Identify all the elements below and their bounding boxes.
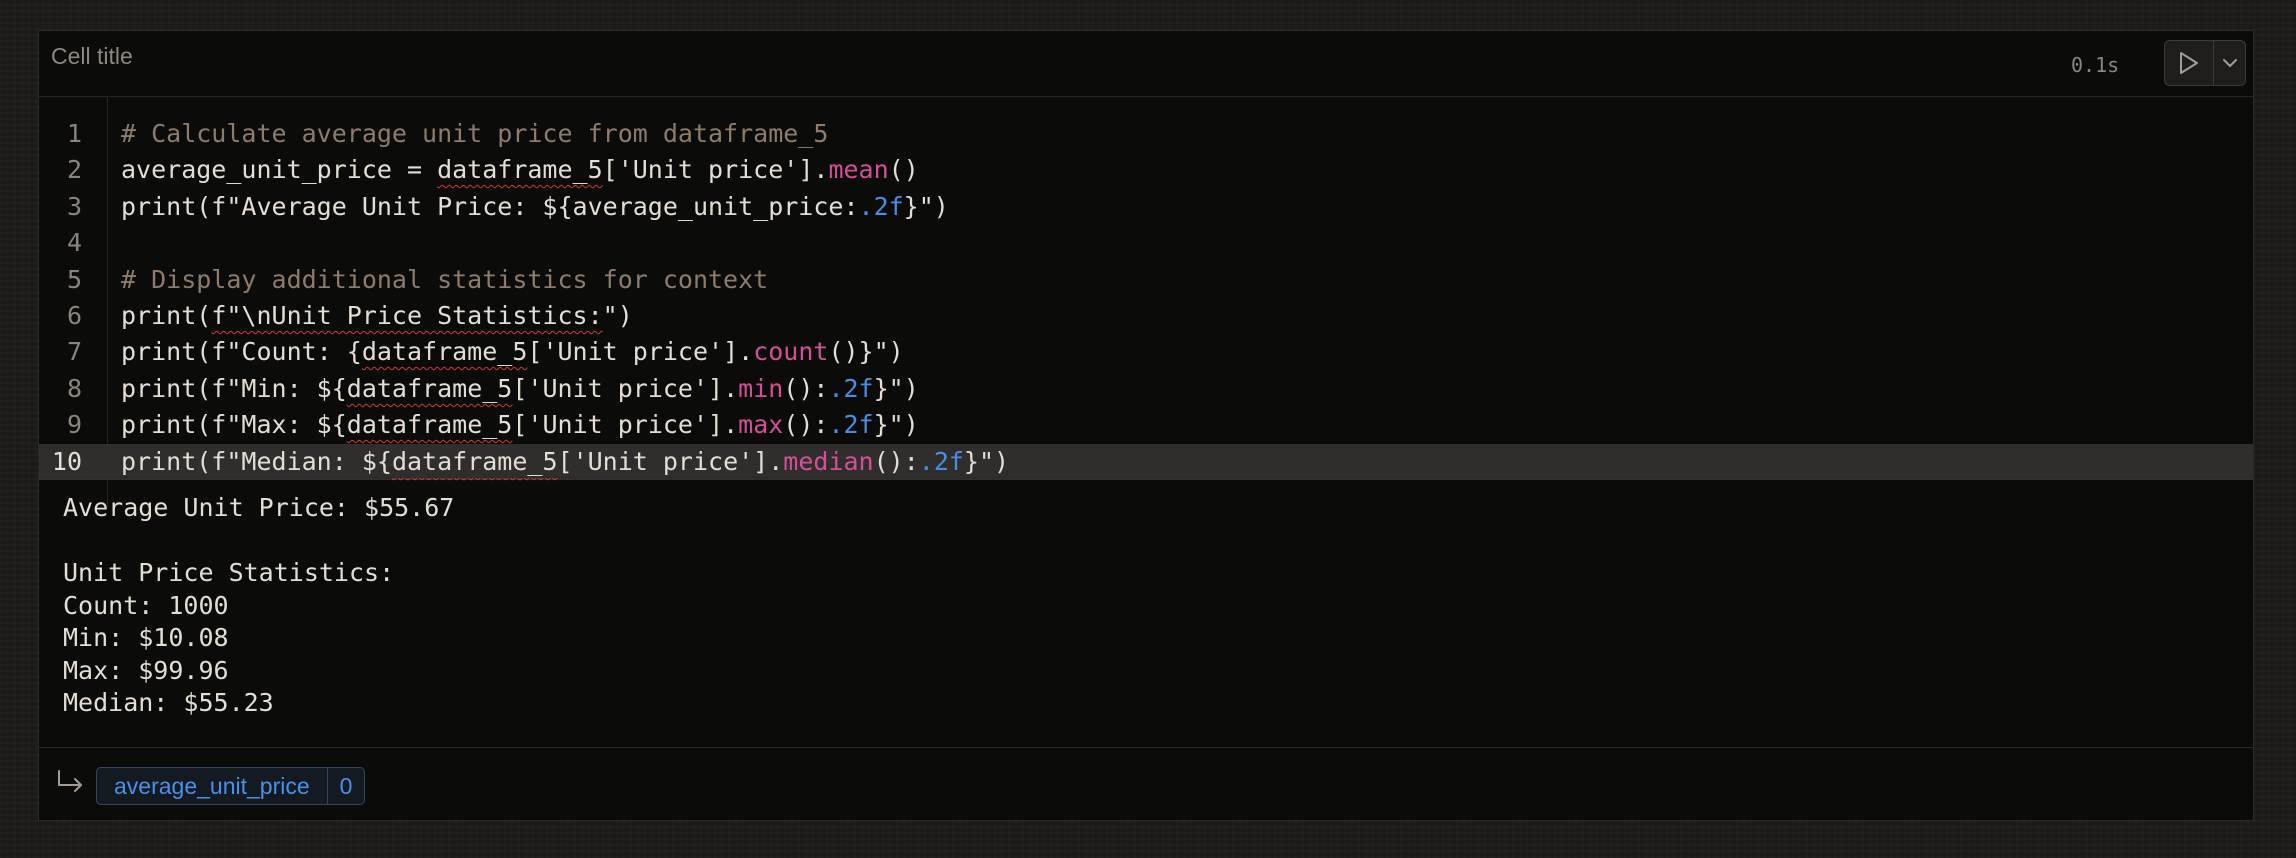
code-token: ['Unit price'].	[512, 410, 739, 439]
code-token: count	[753, 337, 829, 366]
code-token: # Calculate average unit price from data…	[121, 119, 829, 148]
cell-header: Cell title 0.1s	[39, 31, 2253, 97]
code-token: ['Unit price'].	[527, 337, 754, 366]
code-token: ():	[783, 374, 829, 403]
output-line: Unit Price Statistics:	[63, 558, 395, 587]
code-text: average_unit_price = dataframe_5['Unit p…	[121, 152, 919, 188]
code-token: median	[783, 447, 874, 476]
code-line[interactable]: 1 # Calculate average unit price from dat…	[39, 116, 2253, 152]
code-text: print(f"Max: ${dataframe_5['Unit price']…	[121, 407, 919, 443]
run-button-group	[2164, 40, 2246, 86]
code-line[interactable]: 9 print(f"Max: ${dataframe_5['Unit price'…	[39, 407, 2253, 443]
line-number: 8	[66, 374, 82, 403]
variable-count: 0	[339, 773, 353, 799]
code-token: ['Unit price'].	[602, 155, 829, 184]
code-text: # Calculate average unit price from data…	[121, 116, 828, 152]
code-token: print(f"Min: ${	[121, 374, 347, 403]
code-line[interactable]: 5 # Display additional statistics for con…	[39, 262, 2253, 298]
run-options-dropdown[interactable]	[2214, 41, 2245, 85]
code-token: dataframe_5	[346, 410, 513, 439]
code-token: ['Unit price'].	[557, 447, 784, 476]
code-text: print(f"Median: ${dataframe_5['Unit pric…	[121, 444, 1009, 480]
code-line[interactable]: 6 print(f"\nUnit Price Statistics:")	[39, 298, 2253, 334]
code-token: average_unit_price =	[121, 155, 438, 184]
line-number: 7	[66, 337, 82, 366]
output-line: Average Unit Price: $55.67	[63, 493, 455, 522]
code-token: ():	[873, 447, 919, 476]
code-token: max	[738, 410, 784, 439]
output-variable-chip[interactable]: average_unit_price 0	[96, 767, 366, 805]
code-token: min	[738, 374, 784, 403]
code-text: print(f"Min: ${dataframe_5['Unit price']…	[121, 371, 919, 407]
variable-name: average_unit_price	[97, 768, 328, 804]
code-token: ():	[783, 410, 829, 439]
cell-footer: average_unit_price 0	[39, 747, 2253, 821]
code-text: print(f"\nUnit Price Statistics:")	[121, 298, 633, 334]
code-line[interactable]: 7 print(f"Count: {dataframe_5['Unit price…	[39, 334, 2253, 370]
code-token: print(f"Count: {	[121, 337, 362, 366]
code-token: dataframe_5	[437, 155, 603, 184]
return-arrow-icon	[55, 768, 87, 801]
code-text: print(f"Average Unit Price: ${average_un…	[121, 189, 949, 225]
code-text: # Display additional statistics for cont…	[121, 262, 768, 298]
top-divider	[38, 0, 2254, 31]
code-token: }")	[873, 374, 919, 403]
code-token: }")	[873, 410, 919, 439]
code-token: print(f"Max: ${	[121, 410, 347, 439]
cell-title[interactable]: Cell title	[51, 43, 133, 70]
code-line[interactable]: 2 average_unit_price = dataframe_5['Unit …	[39, 152, 2253, 188]
output-line: Count: 1000	[63, 590, 229, 620]
line-number: 4	[66, 228, 82, 257]
code-token: dataframe_5	[361, 337, 528, 366]
code-token: dataframe_5	[391, 447, 558, 476]
line-number: 10	[51, 447, 82, 476]
code-token: ()}")	[828, 337, 904, 366]
code-token: }")	[903, 192, 949, 221]
code-token: print(	[121, 301, 212, 330]
execution-time: 0.1s	[2071, 53, 2120, 77]
code-line[interactable]: 8 print(f"Min: ${dataframe_5['Unit price'…	[39, 371, 2253, 407]
line-number: 3	[66, 192, 82, 221]
code-line[interactable]: 3 print(f"Average Unit Price: ${average_u…	[39, 189, 2253, 225]
code-line[interactable]: 10 print(f"Median: ${dataframe_5['Unit pr…	[39, 444, 2253, 480]
line-number: 1	[66, 119, 82, 148]
code-token: # Display additional statistics for cont…	[121, 265, 769, 294]
code-token: print(f"Median: ${	[121, 447, 392, 476]
output-line: Median: $55.23	[63, 688, 274, 717]
line-number: 9	[66, 410, 82, 439]
line-number: 5	[66, 265, 82, 294]
code-token: .2f	[858, 192, 904, 221]
code-token: ()	[888, 155, 919, 184]
line-number: 6	[66, 301, 82, 330]
notebook-cell: Cell title 0.1s 1 # Calculate average uni…	[38, 31, 2254, 821]
line-number: 2	[66, 155, 82, 184]
code-token: print(f"Average Unit Price: ${average_un…	[121, 192, 859, 221]
code-token: ")	[602, 301, 633, 330]
code-line[interactable]: 4	[39, 225, 2253, 261]
code-token: .2f	[918, 447, 964, 476]
code-token: .2f	[828, 410, 874, 439]
code-token: dataframe_5	[346, 374, 513, 403]
run-cell-button[interactable]	[2165, 41, 2214, 85]
output-line: Max: $99.96	[63, 655, 229, 685]
chevron-down-icon	[2222, 59, 2237, 67]
code-token: ['Unit price'].	[512, 374, 739, 403]
output-line: Min: $10.08	[63, 623, 229, 652]
play-icon	[2180, 52, 2198, 74]
code-token: }")	[963, 447, 1010, 476]
code-token: mean	[828, 155, 889, 184]
code-token: .2f	[828, 374, 874, 403]
code-text: print(f"Count: {dataframe_5['Unit price'…	[121, 334, 904, 370]
cell-output: Average Unit Price: $55.67 Unit Price Sta…	[39, 477, 2253, 778]
code-token: f"\nUnit Price Statistics:	[211, 301, 603, 330]
